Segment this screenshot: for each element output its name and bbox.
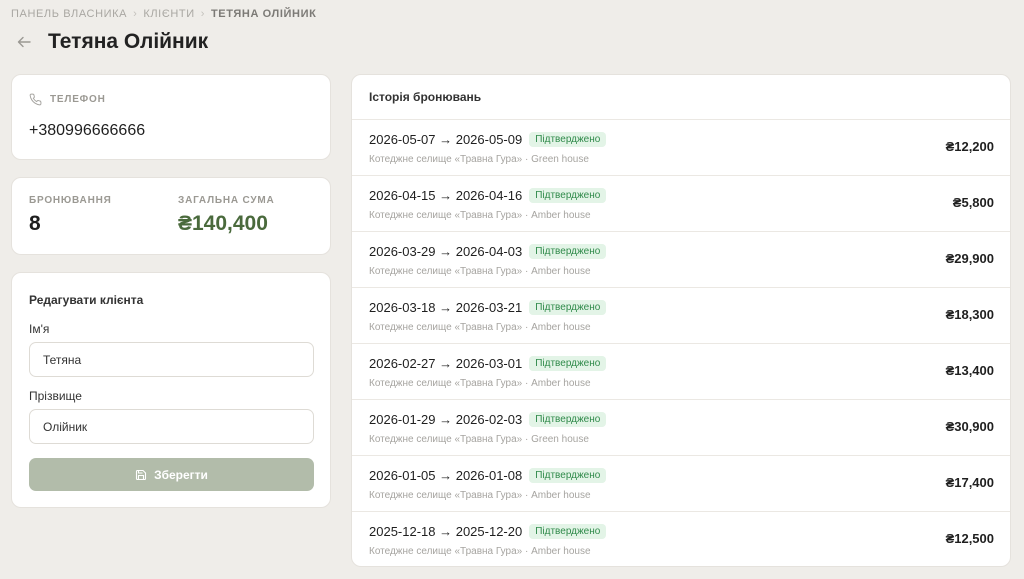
- booking-dates: 2026-04-15 → 2026-04-16: [369, 188, 523, 203]
- breadcrumb: ПАНЕЛЬ ВЛАСНИКА › КЛІЄНТИ › ТЕТЯНА ОЛІЙН…: [11, 8, 316, 20]
- booking-row[interactable]: 2026-01-05 → 2026-01-08 Підтверджено Кот…: [352, 456, 1010, 512]
- booking-row-top: 2026-03-29 → 2026-04-03 Підтверджено: [369, 244, 607, 259]
- save-icon: [136, 469, 147, 480]
- total-stat: ЗАГАЛЬНА СУМА ₴140,400: [178, 195, 275, 236]
- booking-location: Котеджне селище «Травна Гура» · Amber ho…: [369, 266, 591, 277]
- first-name-label: Ім'я: [29, 322, 50, 336]
- booking-location: Котеджне селище «Травна Гура» · Amber ho…: [369, 322, 591, 333]
- breadcrumb-separator: ›: [133, 8, 138, 20]
- bookings-stat: БРОНЮВАННЯ 8: [29, 195, 112, 236]
- stats-card: БРОНЮВАННЯ 8 ЗАГАЛЬНА СУМА ₴140,400: [11, 177, 331, 255]
- booking-history-title: Історія бронювань: [352, 75, 1010, 120]
- booking-row-top: 2026-03-18 → 2026-03-21 Підтверджено: [369, 300, 607, 315]
- page-title: Тетяна Олійник: [48, 30, 209, 53]
- page-header: Тетяна Олійник: [14, 29, 208, 55]
- booking-history-card: Історія бронювань 2026-05-07 → 2026-05-0…: [351, 74, 1011, 567]
- phone-label: ТЕЛЕФОН: [50, 94, 106, 105]
- booking-row-top: 2026-04-15 → 2026-04-16 Підтверджено: [369, 188, 607, 203]
- breadcrumb-current: ТЕТЯНА ОЛІЙНИК: [210, 8, 317, 20]
- last-name-label: Прізвище: [29, 389, 82, 403]
- booking-row[interactable]: 2025-12-18 → 2025-12-20 Підтверджено Кот…: [352, 512, 1010, 566]
- booking-row-top: 2026-01-05 → 2026-01-08 Підтверджено: [369, 468, 607, 483]
- booking-amount: ₴12,200: [945, 139, 994, 154]
- booking-list: 2026-05-07 → 2026-05-09 Підтверджено Кот…: [352, 120, 1010, 566]
- booking-location: Котеджне селище «Травна Гура» · Amber ho…: [369, 546, 591, 557]
- booking-row[interactable]: 2026-02-27 → 2026-03-01 Підтверджено Кот…: [352, 344, 1010, 400]
- booking-row[interactable]: 2026-01-29 → 2026-02-03 Підтверджено Кот…: [352, 400, 1010, 456]
- booking-location: Котеджне селище «Травна Гура» · Green ho…: [369, 434, 589, 445]
- booking-dates: 2025-12-18 → 2025-12-20: [369, 524, 523, 539]
- save-button[interactable]: Зберегти: [29, 458, 314, 491]
- booking-dates: 2026-03-29 → 2026-04-03: [369, 244, 523, 259]
- booking-row-top: 2026-05-07 → 2026-05-09 Підтверджено: [369, 132, 607, 147]
- booking-row[interactable]: 2026-05-07 → 2026-05-09 Підтверджено Кот…: [352, 120, 1010, 176]
- booking-location: Котеджне селище «Травна Гура» · Amber ho…: [369, 490, 591, 501]
- status-badge: Підтверджено: [529, 188, 607, 203]
- booking-row-top: 2025-12-18 → 2025-12-20 Підтверджено: [369, 524, 607, 539]
- booking-row-top: 2026-01-29 → 2026-02-03 Підтверджено: [369, 412, 607, 427]
- phone-value: +380996666666: [29, 122, 146, 139]
- breadcrumb-owner-panel[interactable]: ПАНЕЛЬ ВЛАСНИКА: [11, 8, 127, 20]
- status-badge: Підтверджено: [529, 244, 607, 259]
- total-label: ЗАГАЛЬНА СУМА: [178, 195, 275, 206]
- status-badge: Підтверджено: [529, 524, 607, 539]
- booking-amount: ₴17,400: [945, 475, 994, 490]
- arrow-left-icon: [17, 36, 31, 48]
- phone-label-row: ТЕЛЕФОН: [29, 93, 106, 106]
- booking-row[interactable]: 2026-03-18 → 2026-03-21 Підтверджено Кот…: [352, 288, 1010, 344]
- edit-client-title: Редагувати клієнта: [29, 293, 144, 307]
- bookings-count: 8: [29, 212, 41, 235]
- status-badge: Підтверджено: [529, 300, 607, 315]
- booking-amount: ₴12,500: [945, 531, 994, 546]
- booking-dates: 2026-03-18 → 2026-03-21: [369, 300, 523, 315]
- phone-card: ТЕЛЕФОН +380996666666: [11, 74, 331, 160]
- status-badge: Підтверджено: [529, 356, 607, 371]
- booking-location: Котеджне селище «Травна Гура» · Green ho…: [369, 154, 589, 165]
- total-amount: ₴140,400: [178, 212, 268, 235]
- booking-row-top: 2026-02-27 → 2026-03-01 Підтверджено: [369, 356, 607, 371]
- booking-dates: 2026-01-29 → 2026-02-03: [369, 412, 523, 427]
- bookings-label: БРОНЮВАННЯ: [29, 195, 112, 206]
- booking-dates: 2026-05-07 → 2026-05-09: [369, 132, 523, 147]
- booking-dates: 2026-02-27 → 2026-03-01: [369, 356, 523, 371]
- booking-amount: ₴30,900: [945, 419, 994, 434]
- status-badge: Підтверджено: [529, 412, 607, 427]
- back-button[interactable]: [14, 32, 34, 52]
- status-badge: Підтверджено: [529, 132, 607, 147]
- booking-amount: ₴5,800: [952, 195, 994, 210]
- breadcrumb-clients[interactable]: КЛІЄНТИ: [143, 8, 194, 20]
- booking-location: Котеджне селище «Травна Гура» · Amber ho…: [369, 378, 591, 389]
- booking-amount: ₴29,900: [945, 251, 994, 266]
- status-badge: Підтверджено: [529, 468, 607, 483]
- booking-location: Котеджне селище «Травна Гура» · Amber ho…: [369, 210, 591, 221]
- booking-amount: ₴13,400: [945, 363, 994, 378]
- booking-row[interactable]: 2026-04-15 → 2026-04-16 Підтверджено Кот…: [352, 176, 1010, 232]
- first-name-input[interactable]: [29, 342, 314, 377]
- last-name-input[interactable]: [29, 409, 314, 444]
- breadcrumb-separator: ›: [200, 8, 205, 20]
- save-button-label: Зберегти: [154, 467, 208, 482]
- edit-client-card: Редагувати клієнта Ім'я Прізвище Зберегт…: [11, 272, 331, 508]
- phone-icon: [29, 93, 42, 106]
- booking-row[interactable]: 2026-03-29 → 2026-04-03 Підтверджено Кот…: [352, 232, 1010, 288]
- booking-dates: 2026-01-05 → 2026-01-08: [369, 468, 523, 483]
- booking-amount: ₴18,300: [945, 307, 994, 322]
